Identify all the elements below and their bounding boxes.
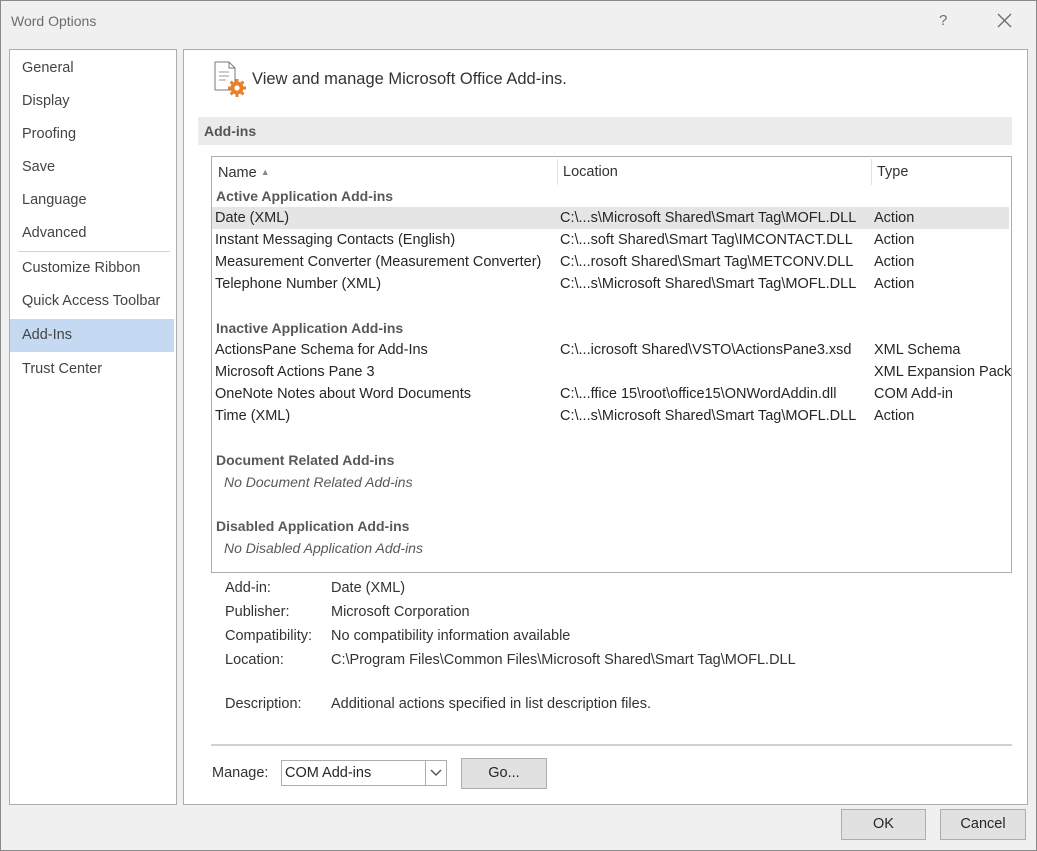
table-row[interactable]: Microsoft Actions Pane 3 XML Expansion P… — [212, 361, 1012, 383]
cell-name: Date (XML) — [215, 210, 290, 226]
cell-type: Action — [874, 254, 915, 270]
sort-ascending-icon: ▲ — [260, 167, 270, 177]
empty-message: No Document Related Add-ins — [224, 474, 413, 490]
panel-heading: View and manage Microsoft Office Add-ins… — [252, 70, 567, 88]
cell-type: COM Add-in — [874, 386, 953, 402]
cancel-button[interactable]: Cancel — [940, 809, 1026, 840]
manage-label: Manage: — [212, 765, 269, 781]
detail-compatibility-value: No compatibility information available — [331, 628, 571, 644]
cell-type: Action — [874, 408, 915, 424]
go-button[interactable]: Go... — [461, 758, 547, 789]
section-title: Add-ins — [204, 123, 257, 139]
table-row[interactable]: Measurement Converter (Measurement Conve… — [212, 251, 1009, 273]
cell-type: XML Schema — [874, 342, 961, 358]
detail-addin-value: Date (XML) — [331, 580, 406, 596]
nav-item-trust-center[interactable]: Trust Center — [10, 353, 174, 386]
cell-type: XML Expansion Pack — [874, 364, 1012, 380]
cell-location: C:\...s\Microsoft Shared\Smart Tag\MOFL.… — [560, 210, 857, 226]
detail-location-label: Location: — [225, 652, 284, 668]
options-sidebar: General Display Proofing Save Language A… — [9, 49, 177, 805]
window-title: Word Options — [11, 13, 97, 29]
word-options-dialog: Word Options ? General Display Proofing … — [0, 0, 1037, 851]
table-row[interactable]: Telephone Number (XML) C:\...s\Microsoft… — [212, 273, 1009, 295]
nav-item-quick-access-toolbar[interactable]: Quick Access Toolbar — [10, 285, 174, 318]
cell-location: C:\...rosoft Shared\Smart Tag\METCONV.DL… — [560, 254, 854, 270]
cell-name: Microsoft Actions Pane 3 — [215, 364, 375, 380]
column-header-name-label: Name — [218, 165, 257, 181]
empty-message: No Disabled Application Add-ins — [224, 540, 423, 556]
group-header-inactive: Inactive Application Add-ins — [216, 320, 404, 336]
manage-dropdown-value: COM Add-ins — [285, 765, 372, 781]
cell-name: Instant Messaging Contacts (English) — [215, 232, 456, 248]
nav-item-proofing[interactable]: Proofing — [10, 118, 174, 151]
nav-item-save[interactable]: Save — [10, 151, 174, 184]
ok-button[interactable]: OK — [841, 809, 926, 840]
chevron-down-icon — [425, 761, 446, 785]
nav-item-advanced[interactable]: Advanced — [10, 217, 174, 250]
group-header-active: Active Application Add-ins — [216, 188, 394, 204]
column-header-location[interactable]: Location — [563, 157, 618, 187]
nav-item-general[interactable]: General — [10, 52, 174, 85]
nav-item-display[interactable]: Display — [10, 85, 174, 118]
table-row[interactable]: OneNote Notes about Word Documents C:\..… — [212, 383, 1009, 405]
column-divider[interactable] — [557, 159, 558, 185]
addins-gear-icon — [212, 60, 248, 98]
detail-addin-label: Add-in: — [225, 580, 271, 596]
column-divider[interactable] — [871, 159, 872, 185]
cell-name: OneNote Notes about Word Documents — [215, 386, 472, 402]
divider — [211, 744, 1012, 746]
cell-location: C:\...s\Microsoft Shared\Smart Tag\MOFL.… — [560, 276, 857, 292]
help-button[interactable]: ? — [939, 12, 947, 29]
cell-type: Action — [874, 276, 915, 292]
addins-list[interactable]: Name ▲ Location Type Active Application A… — [211, 156, 1012, 573]
group-header-disabled: Disabled Application Add-ins — [216, 518, 410, 534]
detail-publisher-label: Publisher: — [225, 604, 290, 620]
table-row[interactable]: Instant Messaging Contacts (English) C:\… — [212, 229, 1009, 251]
nav-item-customize-ribbon[interactable]: Customize Ribbon — [10, 252, 174, 285]
section-header: Add-ins — [198, 117, 1012, 145]
cell-type: Action — [874, 232, 915, 248]
cell-type: Action — [874, 210, 915, 226]
group-header-document-related: Document Related Add-ins — [216, 452, 395, 468]
detail-location-value: C:\Program Files\Common Files\Microsoft … — [331, 652, 796, 668]
detail-compatibility-label: Compatibility: — [225, 628, 313, 644]
close-button[interactable] — [995, 9, 1015, 31]
column-header-name[interactable]: Name ▲ — [218, 157, 270, 187]
cell-name: Measurement Converter (Measurement Conve… — [215, 254, 542, 270]
cell-location: C:\...ffice 15\root\office15\ONWordAddin… — [560, 386, 837, 402]
table-row[interactable]: Date (XML) C:\...s\Microsoft Shared\Smar… — [212, 207, 1009, 229]
cell-name: Time (XML) — [215, 408, 291, 424]
cell-location: C:\...icrosoft Shared\VSTO\ActionsPane3.… — [560, 342, 852, 358]
cell-name: Telephone Number (XML) — [215, 276, 382, 292]
close-icon — [997, 13, 1012, 28]
title-bar: Word Options ? — [1, 1, 1036, 41]
table-row[interactable]: Time (XML) C:\...s\Microsoft Shared\Smar… — [212, 405, 1009, 427]
nav-item-language[interactable]: Language — [10, 184, 174, 217]
column-header-type[interactable]: Type — [877, 157, 908, 187]
detail-description-value: Additional actions specified in list des… — [331, 696, 651, 712]
cell-location: C:\...soft Shared\Smart Tag\IMCONTACT.DL… — [560, 232, 853, 248]
cell-name: ActionsPane Schema for Add-Ins — [215, 342, 428, 358]
addins-panel: View and manage Microsoft Office Add-ins… — [183, 49, 1028, 805]
nav-item-add-ins[interactable]: Add-Ins — [10, 319, 174, 352]
manage-dropdown[interactable]: COM Add-ins — [281, 760, 447, 786]
detail-publisher-value: Microsoft Corporation — [331, 604, 470, 620]
detail-description-label: Description: — [225, 696, 302, 712]
cell-location: C:\...s\Microsoft Shared\Smart Tag\MOFL.… — [560, 408, 857, 424]
table-row[interactable]: ActionsPane Schema for Add-Ins C:\...icr… — [212, 339, 1009, 361]
